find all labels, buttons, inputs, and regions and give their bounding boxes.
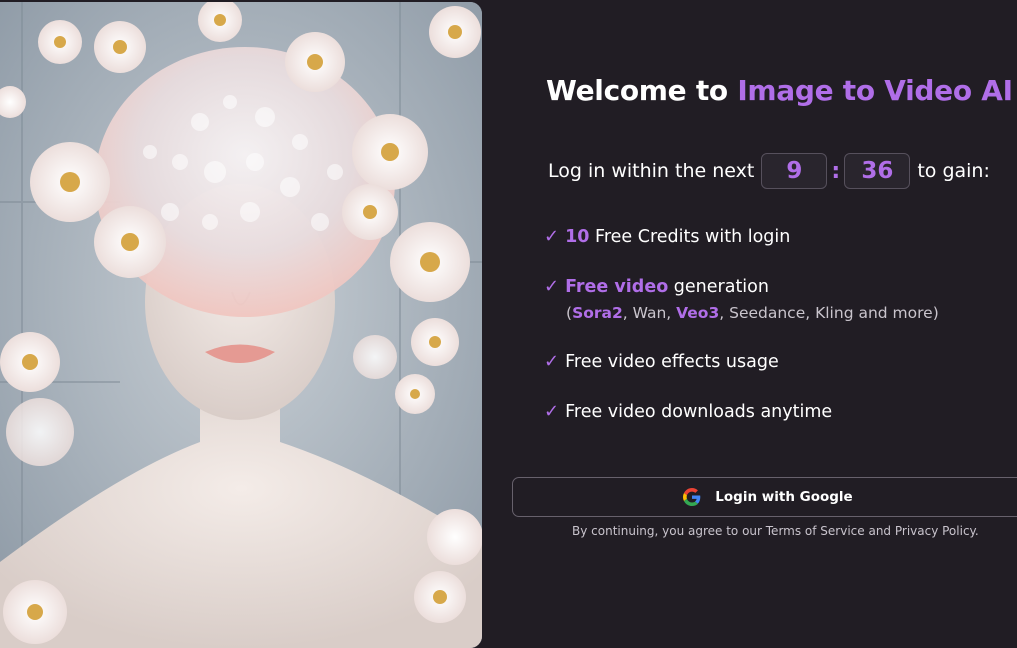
title-prefix: Welcome to xyxy=(546,74,728,107)
countdown-seconds: 36 xyxy=(844,153,911,189)
credits-text: Free Credits with login xyxy=(595,227,791,247)
benefit-downloads: ✓ Free video downloads anytime xyxy=(544,401,832,422)
google-icon xyxy=(683,488,701,506)
countdown-separator: : xyxy=(831,158,841,184)
check-icon: ✓ xyxy=(544,226,560,247)
benefit-generation: ✓ Free video generation (Sora2, Wan, Veo3… xyxy=(544,276,939,322)
benefit-effects: ✓ Free video effects usage xyxy=(544,351,779,372)
model-wan: , Wan, xyxy=(622,304,677,322)
check-icon: ✓ xyxy=(544,276,560,297)
countdown-prefix: Log in within the next xyxy=(548,160,755,182)
countdown-minutes: 9 xyxy=(761,153,828,189)
login-content: Welcome to Image to Video AI Log in with… xyxy=(482,0,1017,648)
portrait-with-flowers-image xyxy=(0,2,482,648)
title-brand: Image to Video AI xyxy=(737,74,1013,107)
page-title: Welcome to Image to Video AI xyxy=(546,74,1013,107)
supported-models-note: (Sora2, Wan, Veo3, Seedance, Kling and m… xyxy=(566,304,939,322)
terms-disclaimer: By continuing, you agree to our Terms of… xyxy=(572,524,979,538)
benefit-credits: ✓ 10 Free Credits with login xyxy=(544,226,790,247)
login-with-google-button[interactable]: Login with Google xyxy=(512,477,1017,517)
check-icon: ✓ xyxy=(544,401,560,422)
model-veo3: Veo3 xyxy=(676,304,720,322)
countdown-suffix: to gain: xyxy=(917,160,990,182)
hero-image xyxy=(0,2,482,648)
models-rest: , Seedance, Kling and more) xyxy=(719,304,939,322)
google-button-label: Login with Google xyxy=(715,489,853,505)
effects-text: Free video effects usage xyxy=(565,352,779,372)
generation-text: generation xyxy=(673,277,769,297)
model-sora2: Sora2 xyxy=(572,304,623,322)
countdown-row: Log in within the next 9 : 36 to gain: xyxy=(548,153,990,189)
downloads-text: Free video downloads anytime xyxy=(565,402,833,422)
check-icon: ✓ xyxy=(544,351,560,372)
generation-highlight: Free video xyxy=(565,277,669,297)
login-page: Welcome to Image to Video AI Log in with… xyxy=(0,0,1017,648)
credits-count: 10 xyxy=(565,227,590,247)
